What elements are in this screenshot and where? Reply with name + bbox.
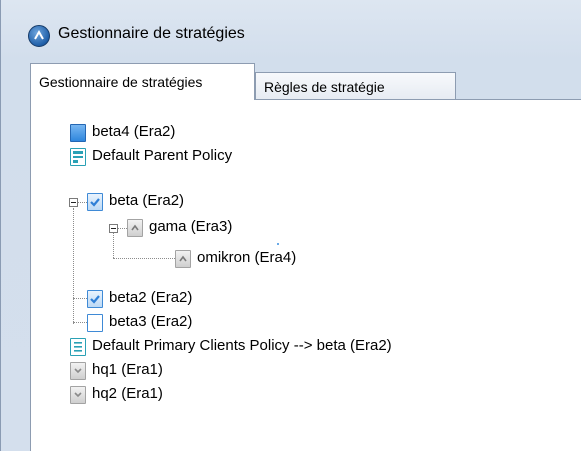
policy-check-icon (87, 290, 103, 308)
tree-item-label: gama (Era3) (149, 218, 233, 235)
tree-connector (78, 202, 87, 203)
tree-item-label: hq1 (Era1) (92, 361, 163, 378)
tree-connector (73, 322, 87, 323)
policy-arrow-gray-icon (175, 250, 191, 268)
policy-arrow-gray-icon (127, 219, 143, 237)
policy-tree-panel: beta4 (Era2) Default Parent Policy beta … (30, 99, 581, 451)
policy-tree[interactable]: beta4 (Era2) Default Parent Policy beta … (31, 100, 581, 452)
tree-item-label: omikron (Era4) (197, 249, 297, 266)
policy-check-icon (87, 193, 103, 211)
expand-toggle-beta[interactable] (69, 198, 78, 207)
policy-document-icon (70, 338, 86, 356)
tree-connector (113, 258, 175, 259)
policy-white-icon (87, 314, 103, 332)
window-title: Gestionnaire de stratégies (58, 25, 245, 42)
tree-item-label: beta (Era2) (109, 192, 185, 209)
tree-connector (113, 232, 114, 258)
policy-blue-icon (70, 124, 86, 142)
tab-policy-manager[interactable]: Gestionnaire de stratégies (30, 63, 255, 100)
policy-server-icon (70, 148, 86, 166)
title-bar[interactable]: Gestionnaire de stratégies (1, 0, 581, 48)
tree-connector (73, 298, 87, 299)
tree-item-label: beta4 (Era2) (92, 123, 176, 140)
expand-toggle-gama[interactable] (109, 224, 118, 233)
policy-gray-check-icon (70, 362, 86, 380)
app-icon (28, 25, 50, 47)
tree-connector (118, 228, 127, 229)
tree-item-label: beta2 (Era2) (109, 289, 193, 306)
tree-item-label: Default Primary Clients Policy --> beta … (92, 337, 392, 354)
tab-bar: Gestionnaire de stratégies Règles de str… (30, 63, 581, 100)
policy-manager-window: Gestionnaire de stratégies Gestionnaire … (0, 0, 581, 451)
tree-connector (73, 208, 74, 324)
stray-pixel (277, 243, 279, 245)
tree-item-label: hq2 (Era1) (92, 385, 163, 402)
tree-item-label: beta3 (Era2) (109, 313, 193, 330)
tab-policy-rules[interactable]: Règles de stratégie (255, 72, 456, 100)
policy-gray-check-icon (70, 386, 86, 404)
tree-item-label: Default Parent Policy (92, 147, 233, 164)
